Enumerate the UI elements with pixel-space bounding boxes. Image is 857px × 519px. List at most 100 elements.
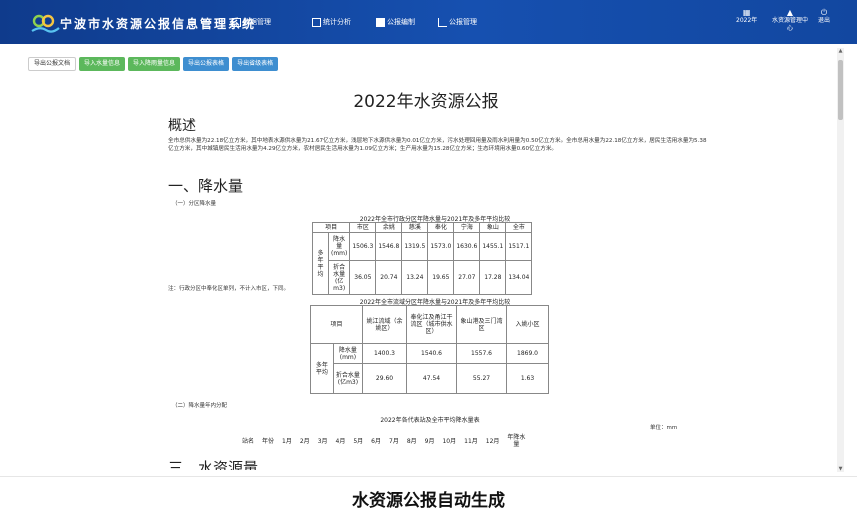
basin-rainfall-table: 项目 姚江流域（余姚区） 奉化江及甬江干流区（城市供水区） 象山港及三门湾区 入… <box>310 305 549 394</box>
table-cell: 1546.8 <box>375 232 403 261</box>
district-rainfall-table: 项目 市区 余姚 慈溪 奉化 宁海 象山 全市 多年平均 降水量(mm) 150… <box>311 222 533 295</box>
table-cell: 19.65 <box>427 260 455 295</box>
table-cell: 1400.3 <box>362 343 407 364</box>
scroll-down-icon[interactable]: ▼ <box>837 466 844 472</box>
table-header-cell: 12月 <box>485 437 500 445</box>
logout-button[interactable]: ⏻ 退出 <box>818 9 830 25</box>
table-cell: 1506.3 <box>349 232 377 261</box>
table-header-cell: 4月 <box>335 437 346 445</box>
table-header-cell: 11月 <box>464 437 478 445</box>
year-label: 2022年 <box>736 17 758 24</box>
document-scrollbar[interactable]: ▲ ▼ <box>837 48 844 472</box>
table-cell: 1517.1 <box>505 232 533 261</box>
table-header-cell: 8月 <box>406 437 417 445</box>
table-cell: 1557.6 <box>456 343 507 364</box>
table-header-cell: 余姚 <box>375 222 403 233</box>
table-cell: 17.28 <box>479 260 507 295</box>
table3-caption: 2022年各代表站及全市平均降水量表 <box>380 417 480 424</box>
divider <box>0 476 857 477</box>
table-cell: 13.24 <box>401 260 429 295</box>
toolbar: 导出公报文档 导入水量信息 导入降雨量信息 导出公报表格 导出省级表格 <box>28 57 279 71</box>
overview-text: 全市总供水量为22.18亿立方米，其中地表水源供水量为21.67亿立方米，浅层地… <box>168 138 707 152</box>
table-header-cell: 1月 <box>282 437 292 445</box>
table-header-cell: 10月 <box>442 437 457 445</box>
power-icon: ⏻ <box>820 8 828 17</box>
table-row: 折合水量(亿m3) 29.60 47.54 55.27 1.63 <box>311 363 549 394</box>
table-header-cell: 年份 <box>262 437 275 445</box>
group-label-cell: 多年平均 <box>312 232 329 295</box>
table-cell: 134.04 <box>505 260 533 295</box>
bar-chart-icon <box>438 17 447 27</box>
table-cell: 20.74 <box>375 260 403 295</box>
calendar-icon: ▦ <box>742 8 751 17</box>
document-preview: 2022年水资源公报 概述 全市总供水量为22.18亿立方米，其中地表水源供水量… <box>20 75 832 470</box>
scroll-up-icon[interactable]: ▲ <box>837 48 844 54</box>
nav-statistics[interactable]: 统计分析 <box>312 15 351 29</box>
nav-bulletin-compile[interactable]: 公报编制 <box>376 15 415 29</box>
table-header-cell: 奉化江及甬江干流区（城市供水区） <box>406 305 457 344</box>
table-cell: 27.07 <box>453 260 481 295</box>
table-cell: 47.54 <box>406 363 457 394</box>
row-label-cell: 折合水量(亿m3) <box>327 260 351 295</box>
chart-icon <box>312 17 321 27</box>
table-cell: 29.60 <box>362 363 407 394</box>
import-water-info-button[interactable]: 导入水量信息 <box>79 57 126 71</box>
rainfall-subheading-2: （二）降水量年内分配 <box>172 403 228 409</box>
table-header-row: 站名 年份 1月 2月 3月 4月 5月 6月 7月 8月 9月 10月 11月… <box>238 429 529 453</box>
user-label: 水资源管理中心 <box>771 17 808 32</box>
table-header-cell: 项目 <box>311 222 351 233</box>
table-cell: 1630.6 <box>453 232 481 261</box>
table-header-cell: 2月 <box>299 437 310 445</box>
table-header-cell: 宁海 <box>453 222 481 233</box>
scroll-thumb[interactable] <box>838 60 843 120</box>
row-label-cell: 折合水量(亿m3) <box>332 363 364 394</box>
rainfall-heading: 一、降水量 <box>168 177 244 195</box>
table-cell: 55.27 <box>456 363 507 394</box>
document-icon <box>376 17 385 27</box>
export-bulletin-table-button[interactable]: 导出公报表格 <box>183 57 230 71</box>
table-header-cell: 7月 <box>389 437 399 445</box>
table-header-cell: 入姚小区 <box>506 305 549 344</box>
table-cell: 1573.0 <box>427 232 455 261</box>
nav-label: 数据管理 <box>243 18 271 26</box>
table-row: 多年平均 降水量(mm) 1400.3 1540.6 1557.6 1869.0 <box>310 343 549 394</box>
user-menu[interactable]: ▲ 水资源管理中心 <box>770 9 810 33</box>
table-header-cell: 项目 <box>310 305 363 344</box>
top-header: 宁波市水资源公报信息管理系统 数据管理 统计分析 公报编制 公报管理 ▦ 202… <box>0 0 857 44</box>
table-header-cell: 全市 <box>505 222 533 233</box>
nav-data-management[interactable]: 数据管理 <box>232 15 271 29</box>
year-selector[interactable]: ▦ 2022年 <box>736 9 757 25</box>
table-header-cell: 6月 <box>371 437 381 445</box>
import-rainfall-info-button[interactable]: 导入降雨量信息 <box>128 57 181 71</box>
water-resources-heading: 三、水资源量 <box>168 459 259 470</box>
station-rainfall-table: 站名 年份 1月 2月 3月 4月 5月 6月 7月 8月 9月 10月 11月… <box>238 429 529 453</box>
overview-heading: 概述 <box>168 118 196 134</box>
table-cell: 1455.1 <box>479 232 507 261</box>
export-bulletin-doc-button[interactable]: 导出公报文档 <box>28 57 77 71</box>
table-header-cell: 站名 <box>242 437 255 445</box>
table-cell: 36.05 <box>349 260 377 295</box>
app-title: 宁波市水资源公报信息管理系统 <box>60 17 257 31</box>
nav-label: 公报编制 <box>387 18 415 26</box>
database-icon <box>232 17 241 27</box>
table-cell: 1869.0 <box>506 343 549 364</box>
row-label-cell: 降水量(mm) <box>332 343 364 364</box>
table3-unit: 单位：mm <box>650 425 678 431</box>
table-cell: 1.63 <box>506 363 549 394</box>
table-row: 多年平均 降水量(mm) 1506.3 1546.8 1319.5 1573.0… <box>312 232 533 295</box>
user-icon: ▲ <box>786 8 794 17</box>
table-header-cell: 3月 <box>317 437 328 445</box>
nav-bulletin-management[interactable]: 公报管理 <box>438 15 477 29</box>
table-header-cell: 市区 <box>349 222 377 233</box>
table-header-cell: 象山港及三门湾区 <box>456 305 507 344</box>
figure-caption: 水资源公报自动生成 <box>352 491 505 511</box>
table-header-cell: 9月 <box>424 437 435 445</box>
export-province-table-button[interactable]: 导出省级表格 <box>232 57 279 71</box>
table1-note: 注：行政分区中奉化区单列，不计入市区，下同。 <box>168 286 290 292</box>
app-logo-icon <box>31 14 60 33</box>
table-header-cell: 象山 <box>479 222 507 233</box>
table-row: 折合水量(亿m3) 36.05 20.74 13.24 19.65 27.07 … <box>313 260 533 295</box>
group-label-cell: 多年平均 <box>310 343 334 394</box>
table-cell: 1319.5 <box>401 232 429 261</box>
table-header-cell: 姚江流域（余姚区） <box>362 305 407 344</box>
